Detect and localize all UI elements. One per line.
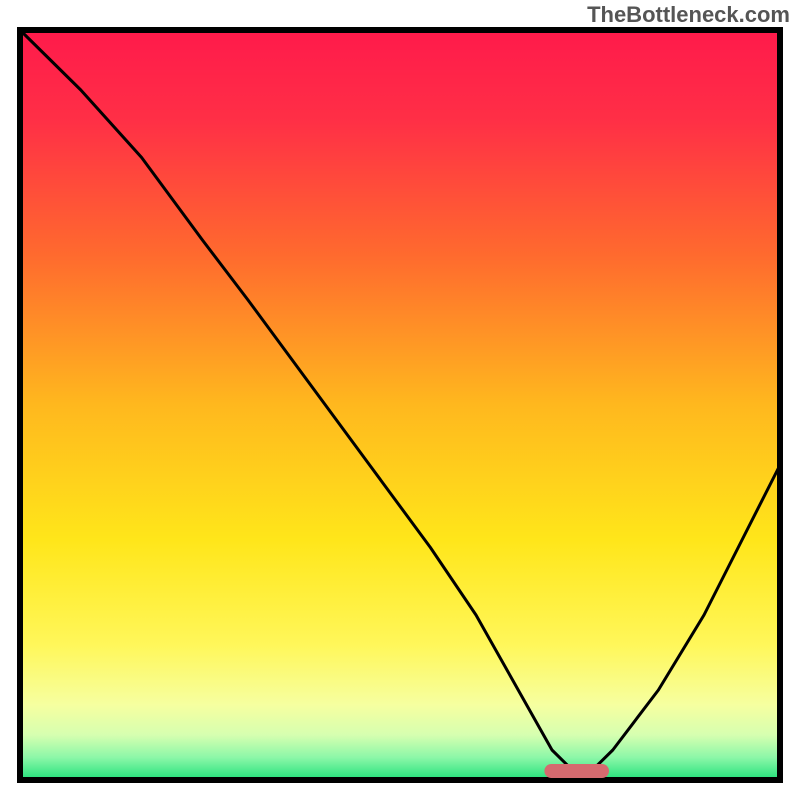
- chart-container: TheBottleneck.com: [0, 0, 800, 800]
- bottleneck-chart: [0, 0, 800, 800]
- plot-area: [20, 30, 780, 780]
- optimal-marker: [544, 764, 609, 778]
